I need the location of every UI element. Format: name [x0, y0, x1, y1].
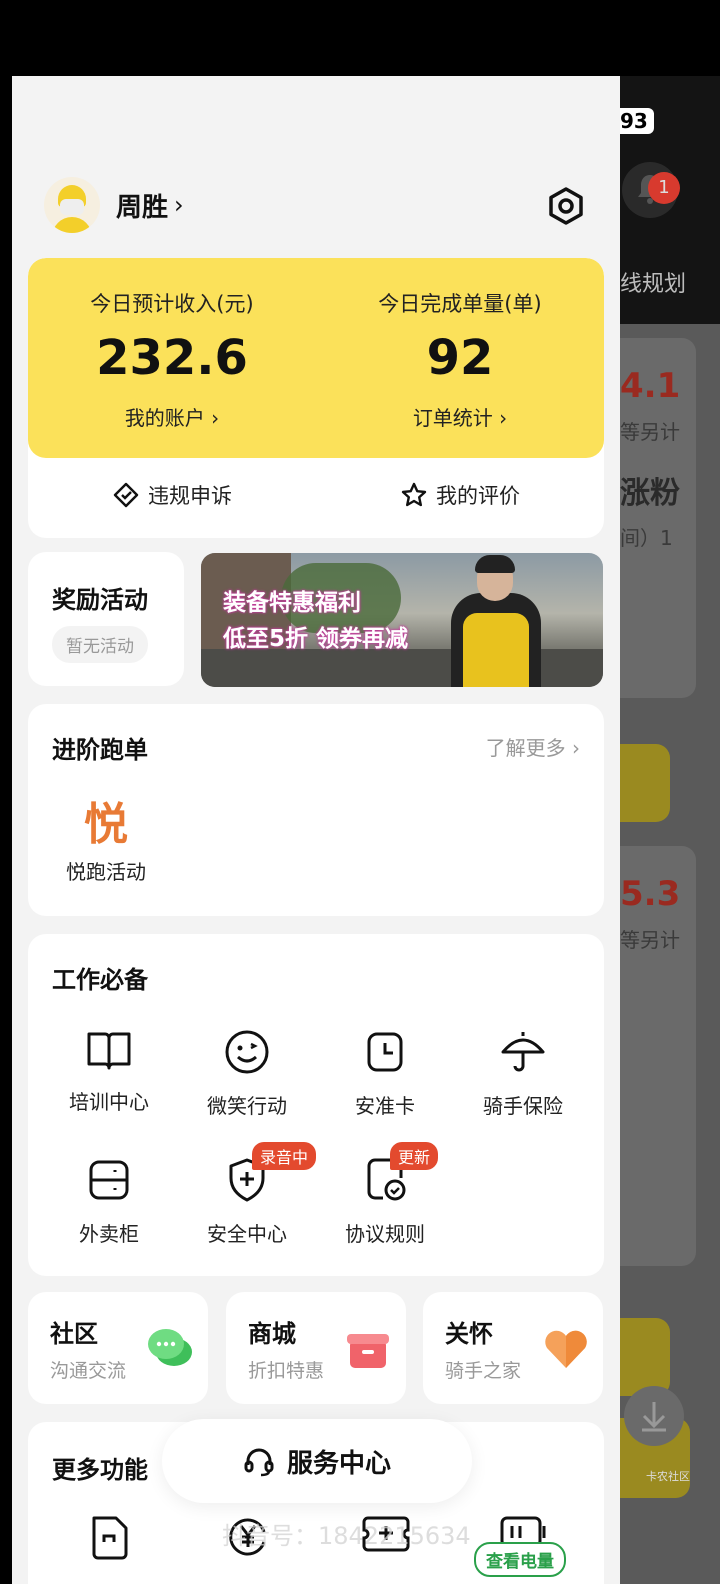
chat-bubble-icon [148, 1329, 192, 1366]
safety-card-item[interactable]: 安准卡 [316, 1028, 454, 1119]
service-center-label: 服务中心 [286, 1448, 391, 1479]
orders-label: 今日完成单量(单) [378, 292, 542, 316]
locker-icon [89, 1160, 129, 1200]
background-text: 涨粉 [620, 476, 680, 511]
star-icon [401, 482, 427, 507]
settings-icon[interactable] [546, 186, 586, 226]
orders-value: 92 [426, 330, 494, 386]
side-drawer: 周胜 › 今日预计收入(元) 232.6 我的账户 › 今日完成单量(单) 92… [12, 76, 620, 1584]
service-center-button[interactable]: 服务中心 [162, 1419, 472, 1503]
income-value: 232.6 [96, 330, 248, 386]
income-label: 今日预计收入(元) [90, 292, 254, 316]
section-title: 工作必备 [52, 966, 148, 994]
section-title: 更多功能 [52, 1456, 148, 1484]
advanced-orders-card: 进阶跑单 了解更多 › 悦 悦跑活动 [28, 704, 604, 916]
gift-box-icon [347, 1334, 389, 1368]
check-power-button[interactable]: 查看电量 [474, 1542, 566, 1577]
heart-icon [545, 1330, 587, 1368]
background-number: 4.1 [620, 366, 681, 406]
appeal-button[interactable]: 违规申诉 [28, 480, 316, 510]
download-icon [642, 1402, 666, 1432]
order-stats-link[interactable]: 订单统计 › [316, 402, 604, 431]
item-label: 协议规则 [345, 1222, 425, 1246]
sim-card-icon[interactable] [88, 1512, 132, 1560]
rating-button[interactable]: 我的评价 [316, 480, 604, 510]
rider-insurance-item[interactable]: 骑手保险 [454, 1028, 592, 1119]
avatar [44, 177, 100, 233]
mall-card[interactable]: 商城 折扣特惠 [226, 1292, 406, 1404]
work-essentials-card: 工作必备 培训中心 微笑行动 安准卡 骑手保险 外卖柜 安全中心 录音中 协议规… [28, 934, 604, 1276]
item-label: 外卖柜 [79, 1222, 139, 1246]
book-icon [87, 1032, 131, 1070]
item-label: 安准卡 [355, 1094, 415, 1118]
notification-button[interactable]: 1 [622, 162, 680, 218]
learn-more-link[interactable]: 了解更多 › [486, 732, 580, 761]
safety-center-item[interactable]: 安全中心 录音中 [178, 1142, 317, 1247]
item-label: 微笑行动 [207, 1094, 287, 1118]
yue-run-icon[interactable]: 悦 [84, 788, 128, 852]
chevron-right-icon: › [174, 191, 184, 219]
reward-status: 暂无活动 [52, 626, 148, 663]
item-label: 安全中心 [207, 1222, 287, 1246]
background-text: 等另计 [620, 928, 680, 952]
community-card[interactable]: 社区 沟通交流 [28, 1292, 208, 1404]
smile-icon [225, 1030, 269, 1074]
training-center-item[interactable]: 培训中心 [40, 1028, 178, 1115]
my-account-link[interactable]: 我的账户 › [28, 402, 316, 431]
mini-subtitle: 折扣特惠 [248, 1360, 325, 1382]
earnings-card: 今日预计收入(元) 232.6 我的账户 › 今日完成单量(单) 92 订单统计… [28, 258, 604, 538]
mini-subtitle: 骑手之家 [445, 1360, 522, 1382]
section-title: 进阶跑单 [52, 736, 148, 764]
background-text: 等另计 [620, 420, 680, 444]
download-button[interactable] [624, 1386, 684, 1446]
banner-headline: 装备特惠福利 [223, 590, 361, 616]
agreement-rules-item[interactable]: 协议规则 更新 [316, 1142, 454, 1247]
yue-run-label[interactable]: 悦跑活动 [66, 856, 146, 885]
banner-subline: 低至5折 领券再减 [223, 626, 409, 652]
notification-badge: 1 [648, 172, 680, 204]
battery-indicator: 93 [620, 108, 654, 134]
appeal-label: 违规申诉 [148, 484, 232, 508]
reward-card[interactable]: 奖励活动 暂无活动 [28, 552, 184, 686]
user-name: 周胜 [116, 192, 169, 223]
umbrella-icon [501, 1032, 545, 1072]
background-yellow-button [620, 744, 670, 822]
income-stat: 今日预计收入(元) 232.6 我的账户 › [28, 288, 316, 431]
smile-action-item[interactable]: 微笑行动 [178, 1028, 316, 1119]
mini-subtitle: 沟通交流 [50, 1360, 127, 1382]
earnings-summary: 今日预计收入(元) 232.6 我的账户 › 今日完成单量(单) 92 订单统计… [28, 258, 604, 458]
rating-label: 我的评价 [436, 484, 520, 508]
background-number: 5.3 [620, 874, 681, 914]
delivery-locker-item[interactable]: 外卖柜 [40, 1156, 178, 1247]
mini-title: 商城 [248, 1320, 296, 1348]
orders-stat: 今日完成单量(单) 92 订单统计 › [316, 288, 604, 431]
appeal-icon [113, 482, 139, 508]
background-yellow-button [620, 1318, 670, 1396]
recording-badge: 录音中 [252, 1142, 317, 1170]
care-card[interactable]: 关怀 骑手之家 [423, 1292, 603, 1404]
item-label: 培训中心 [69, 1090, 149, 1114]
item-label: 骑手保险 [483, 1094, 563, 1118]
update-badge: 更新 [390, 1142, 439, 1170]
promo-banner[interactable]: 装备特惠福利 低至5折 领券再减 [201, 553, 603, 687]
mini-title: 社区 [50, 1320, 98, 1348]
background-tab: 线规划 [620, 272, 687, 297]
watermark-label: 卡农社区 [646, 1470, 690, 1483]
background-text: 间）1 [620, 526, 673, 550]
watermark: 抖音号：1842215634 [222, 1522, 471, 1550]
clock-icon [367, 1032, 403, 1072]
profile-row[interactable]: 周胜 › [44, 176, 184, 234]
mini-title: 关怀 [445, 1320, 493, 1348]
headset-icon [244, 1448, 274, 1477]
background-app: 93 1 线规划 4.1 等另计 涨粉 间）1 5.3 等另计 卡农社区 [620, 76, 720, 1584]
reward-title: 奖励活动 [52, 586, 148, 614]
